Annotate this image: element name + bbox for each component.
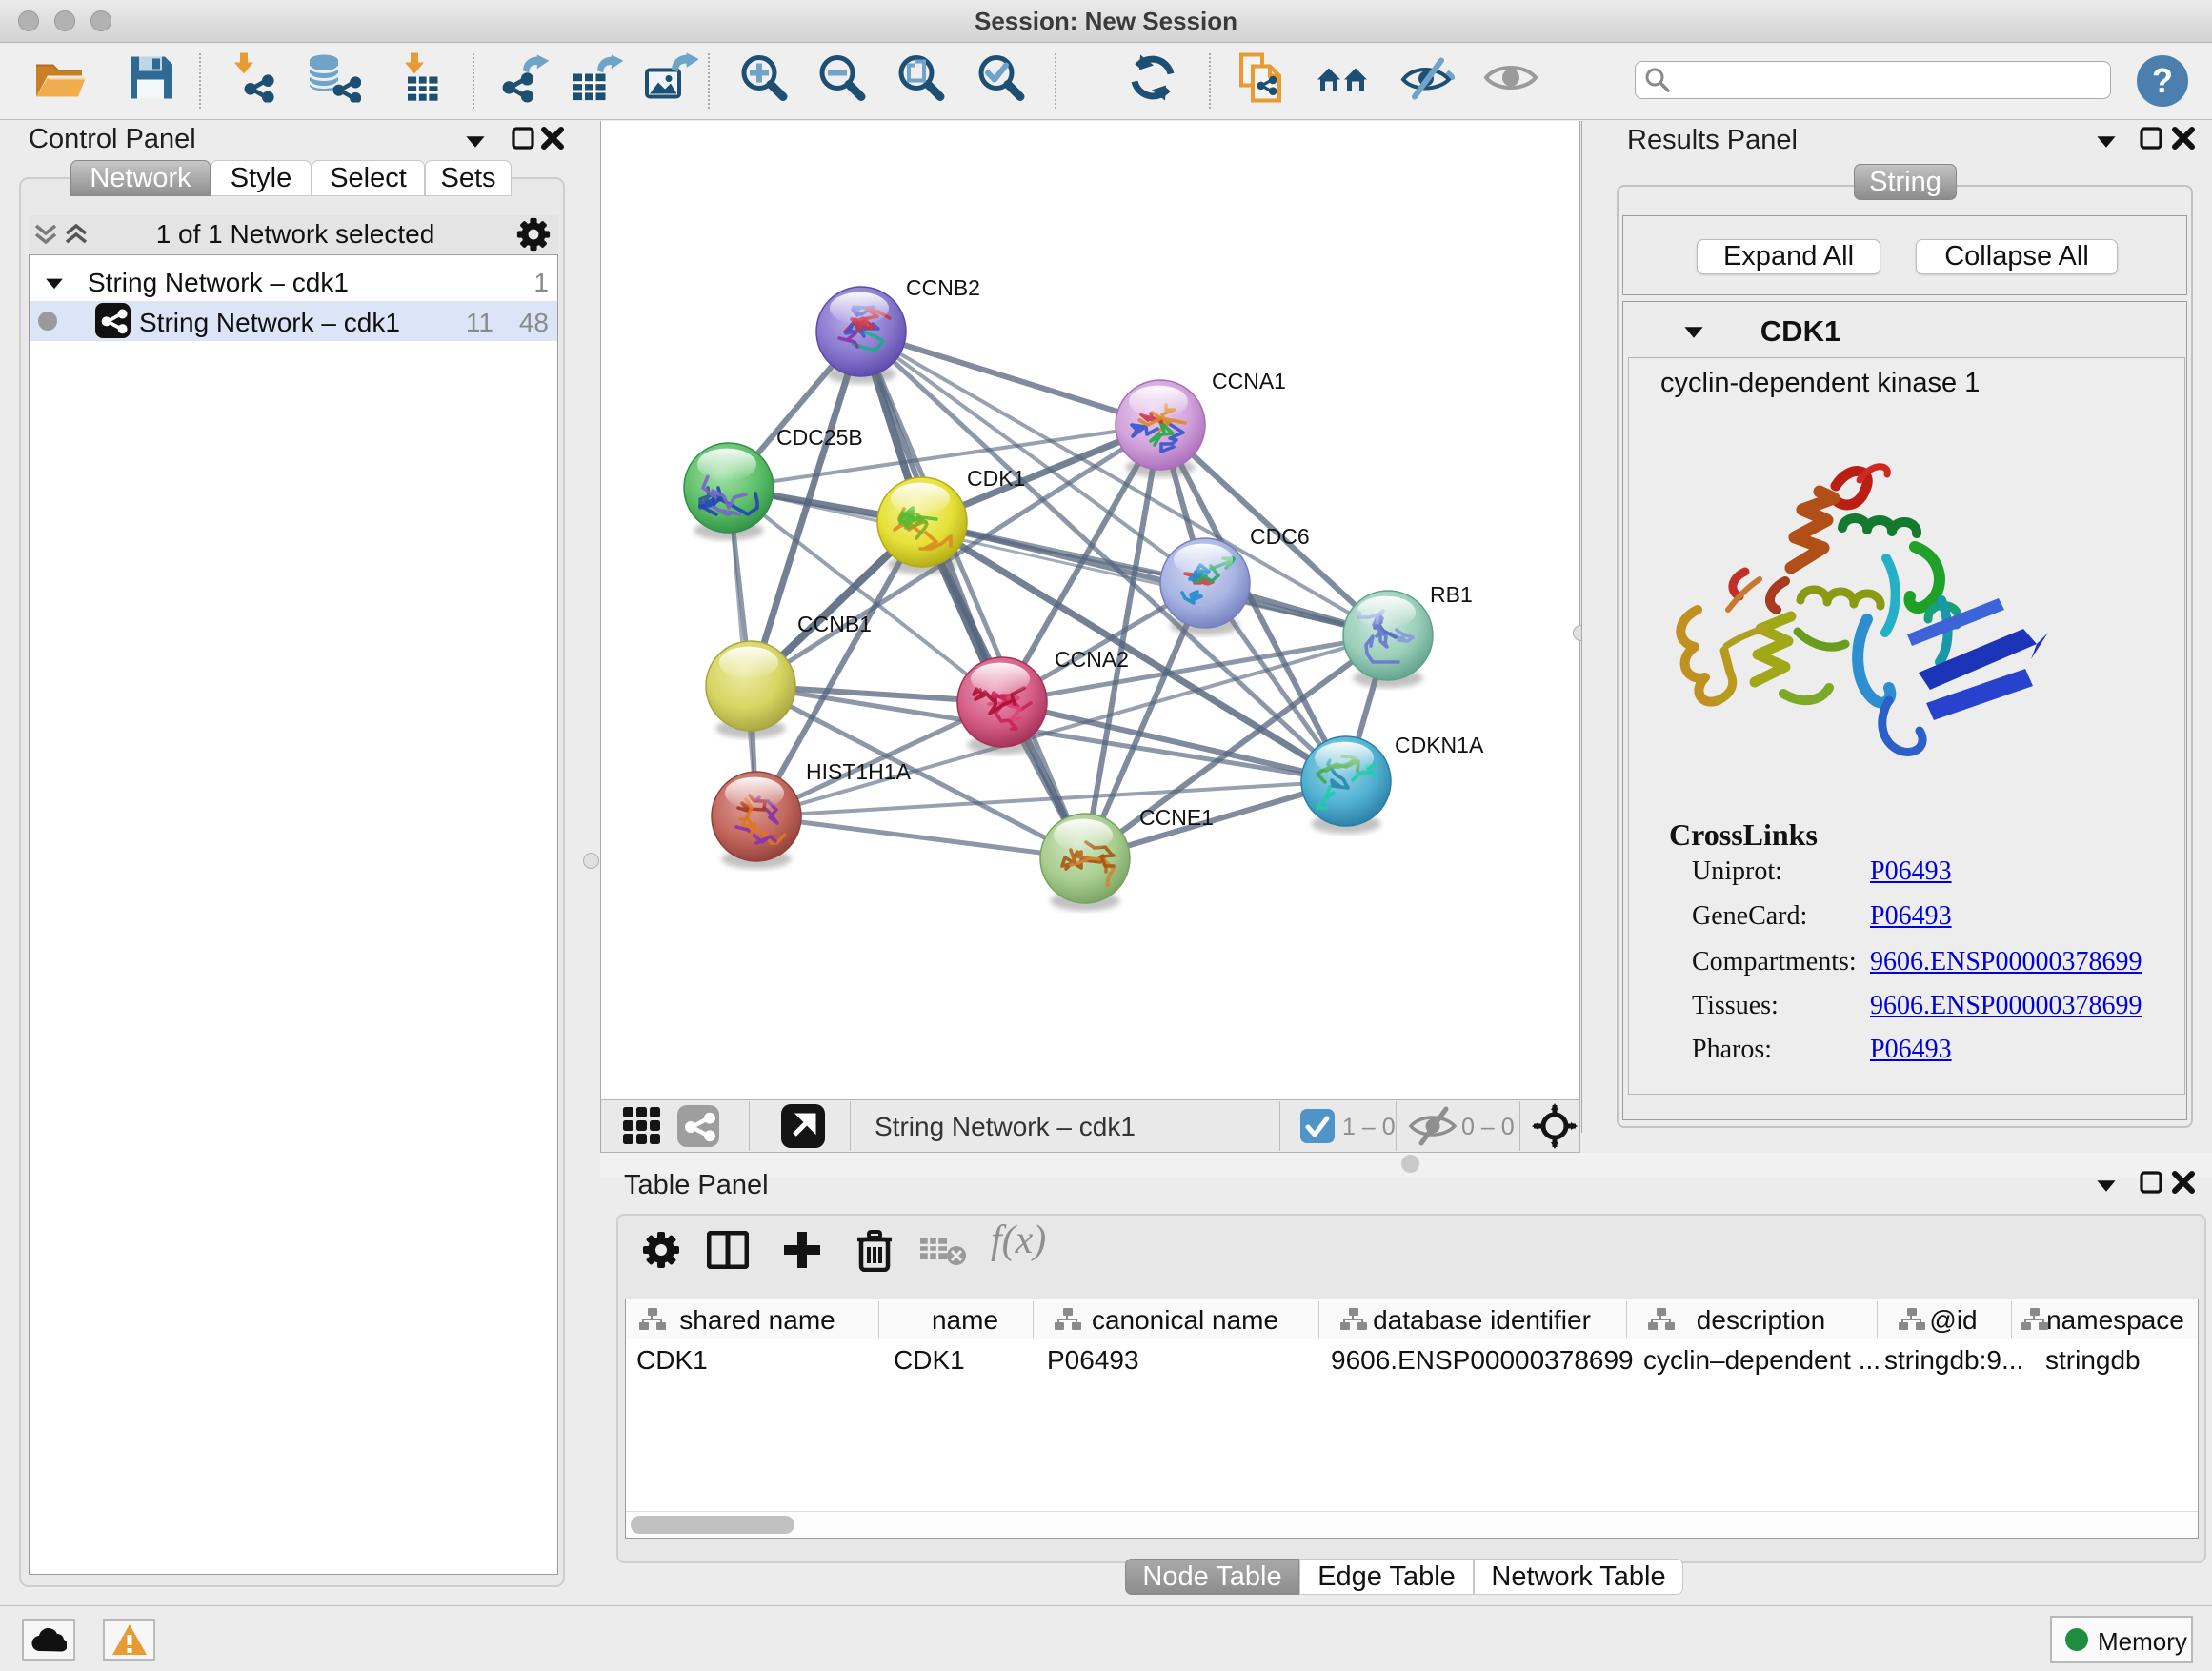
svg-text:CCNB2: CCNB2 xyxy=(906,275,980,300)
svg-text:CCNA2: CCNA2 xyxy=(1055,647,1129,672)
svg-text:?: ? xyxy=(2152,61,2173,100)
svg-text:CCNA1: CCNA1 xyxy=(1212,369,1286,393)
svg-text:CDC6: CDC6 xyxy=(1250,524,1310,549)
svg-text:CDKN1A: CDKN1A xyxy=(1395,733,1484,757)
svg-text:HIST1H1A: HIST1H1A xyxy=(806,759,912,784)
svg-text:CDK1: CDK1 xyxy=(967,466,1025,491)
svg-text:RB1: RB1 xyxy=(1430,582,1473,607)
svg-text:CCNB1: CCNB1 xyxy=(797,612,872,636)
svg-text:CDC25B: CDC25B xyxy=(776,425,863,450)
svg-text:CCNE1: CCNE1 xyxy=(1139,805,1214,830)
